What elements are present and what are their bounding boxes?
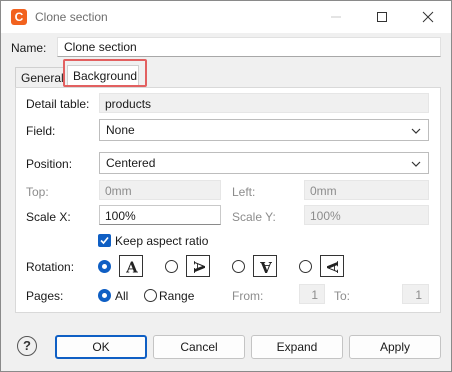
checkmark-icon [100, 236, 109, 245]
chevron-down-icon [411, 161, 421, 167]
rotation-90-icon: A [186, 255, 210, 277]
pages-from-label: From: [232, 289, 264, 303]
rotation-0-radio[interactable] [98, 260, 111, 273]
rotation-90-glyph: A [190, 260, 208, 273]
title-bar: C Clone section [1, 1, 451, 33]
pages-all-radio[interactable] [98, 289, 111, 302]
window-title: Clone section [35, 10, 108, 24]
top-field: 0mm [99, 180, 221, 200]
rotation-0-icon: A [119, 255, 143, 277]
ok-button[interactable]: OK [55, 335, 147, 359]
rotation-180-icon: A [253, 255, 277, 277]
scale-y-label: Scale Y: [232, 210, 276, 224]
name-input[interactable]: Clone section [57, 37, 441, 57]
field-dropdown[interactable]: None [99, 119, 429, 141]
rotation-270-radio[interactable] [299, 260, 312, 273]
rotation-label: Rotation: [26, 260, 75, 274]
rotation-0-glyph: A [125, 259, 138, 277]
clone-section-dialog: C Clone section Name: Clone section Gene… [0, 0, 452, 372]
scale-y-field: 100% [304, 205, 429, 225]
pages-label: Pages: [26, 289, 64, 303]
expand-button[interactable]: Expand [251, 335, 343, 359]
left-field: 0mm [304, 180, 429, 200]
rotation-180-radio[interactable] [232, 260, 245, 273]
maximize-icon [377, 12, 387, 22]
minimize-icon [331, 16, 341, 18]
rotation-180-glyph: A [260, 258, 273, 276]
rotation-270-glyph: A [324, 261, 342, 274]
rotation-90-radio[interactable] [165, 260, 178, 273]
close-icon [422, 11, 434, 23]
pages-range-label: Range [159, 289, 195, 303]
tab-background[interactable]: Background [67, 65, 139, 87]
field-label: Field: [26, 124, 56, 138]
scale-x-label: Scale X: [26, 210, 71, 224]
apply-button[interactable]: Apply [349, 335, 441, 359]
pages-to-label: To: [334, 289, 351, 303]
position-label: Position: [26, 157, 73, 171]
maximize-button[interactable] [359, 1, 405, 33]
detail-table-label: Detail table: [26, 97, 90, 111]
keep-aspect-checkbox[interactable] [98, 234, 111, 247]
pages-from-input: 1 [299, 284, 325, 304]
pages-range-radio[interactable] [144, 289, 157, 302]
help-icon[interactable]: ? [17, 336, 37, 356]
pages-all-label: All [115, 289, 129, 303]
position-dropdown-value: Centered [106, 156, 156, 170]
left-label: Left: [232, 185, 256, 199]
rotation-270-icon: A [320, 255, 344, 277]
detail-table-field: products [99, 93, 429, 113]
scale-x-input[interactable]: 100% [99, 205, 221, 225]
cancel-button[interactable]: Cancel [153, 335, 245, 359]
app-icon: C [11, 9, 27, 25]
name-label: Name: [11, 41, 47, 55]
minimize-button[interactable] [313, 1, 359, 33]
chevron-down-icon [411, 128, 421, 134]
keep-aspect-label: Keep aspect ratio [115, 234, 209, 248]
tab-general[interactable]: General [15, 67, 65, 87]
top-label: Top: [26, 185, 49, 199]
position-dropdown[interactable]: Centered [99, 152, 429, 174]
pages-to-input: 1 [402, 284, 429, 304]
close-button[interactable] [405, 1, 451, 33]
field-dropdown-value: None [106, 123, 135, 137]
background-tab-panel: Detail table: products Field: None Posit… [15, 87, 441, 313]
